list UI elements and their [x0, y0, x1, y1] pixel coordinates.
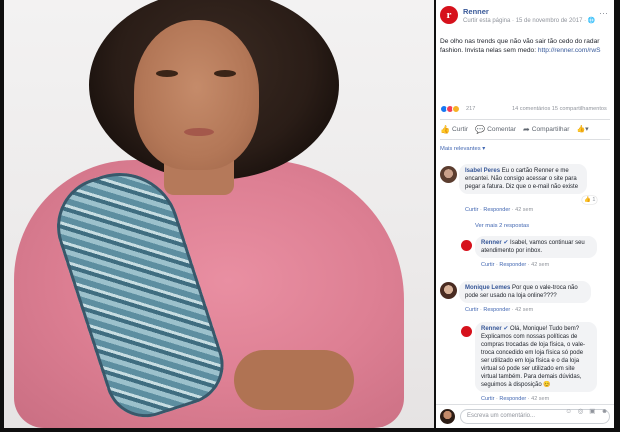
- more-options-icon[interactable]: ⋯: [599, 8, 608, 19]
- comment-time: 42 sem: [515, 207, 534, 213]
- post-photo[interactable]: [4, 0, 434, 428]
- page-name-link[interactable]: Renner: [463, 7, 489, 16]
- comment-meta: Curtir · Responder · 42 sem: [465, 207, 534, 213]
- reply-reply-link[interactable]: Responder: [499, 396, 526, 402]
- comment-like-count[interactable]: 👍 1: [582, 196, 598, 204]
- reply-time: 42 sem: [531, 262, 550, 268]
- share-button[interactable]: ➦ Compartilhar: [523, 125, 569, 134]
- thumbs-up-icon: 👍: [440, 124, 450, 134]
- comment-button[interactable]: 💬 Comentar: [475, 125, 516, 134]
- comment-like-link[interactable]: Curtir: [465, 307, 478, 313]
- comment-sort-dropdown[interactable]: Mais relevantes ▾: [440, 146, 485, 152]
- comment-label: Comentar: [487, 125, 517, 133]
- see-more-replies-link[interactable]: Ver mais 2 respostas: [475, 223, 529, 229]
- post-meta: Curtir esta página · 15 de novembro de 2…: [463, 17, 595, 24]
- page-avatar[interactable]: r: [440, 6, 458, 24]
- reply-bubble: Renner ✔ Olá, Monique! Tudo bem? Explica…: [475, 322, 597, 392]
- comment-time: 42 sem: [515, 307, 534, 313]
- share-label: Compartilhar: [531, 125, 570, 133]
- reply-meta: Curtir · Responder · 42 sem: [481, 396, 550, 402]
- comment-author[interactable]: Isabel Peres: [465, 168, 500, 174]
- screenshot-frame: r Renner Curtir esta página · 15 de nove…: [0, 0, 620, 432]
- comment-reply-link[interactable]: Responder: [483, 307, 510, 313]
- divider: [440, 139, 610, 140]
- reaction-icons: [440, 105, 460, 113]
- reply-author[interactable]: Renner: [481, 326, 502, 332]
- reaction-selector-icon[interactable]: 👍▾: [576, 125, 588, 133]
- reply-like-link[interactable]: Curtir: [481, 396, 494, 402]
- verified-icon: ✔: [503, 326, 509, 332]
- reply-author[interactable]: Renner: [481, 240, 502, 246]
- share-icon: ➦: [523, 124, 530, 134]
- comment-bubble: Monique Lemes Por que o vale-troca não p…: [459, 281, 591, 303]
- reply-meta: Curtir · Responder · 42 sem: [481, 262, 550, 268]
- reply-bubble: Renner ✔ Isabel, vamos continuar seu ate…: [475, 236, 597, 258]
- comment-bubble: Isabel Peres Eu o cartão Renner e me enc…: [459, 164, 587, 194]
- wow-reaction-icon: [452, 105, 460, 113]
- comment-like-link[interactable]: Curtir: [465, 207, 478, 213]
- globe-icon: 🌐: [587, 18, 596, 24]
- post-meta-text: Curtir esta página · 15 de novembro de 2…: [463, 18, 588, 24]
- reply-avatar[interactable]: [461, 326, 472, 337]
- reactions-summary[interactable]: 217 14 comentários 15 compartilhamentos: [440, 105, 610, 115]
- commenter-avatar[interactable]: [440, 166, 457, 183]
- reply-text: Olá, Monique! Tudo bem? Explicamos com n…: [481, 326, 586, 388]
- post-link[interactable]: http://renner.com/rwS: [538, 47, 601, 54]
- photo-lips: [184, 128, 214, 136]
- verified-icon: ✔: [503, 240, 509, 246]
- reply-time: 42 sem: [531, 396, 550, 402]
- divider: [440, 119, 610, 120]
- comment-like-number: 1: [592, 197, 596, 203]
- comment-icon: 💬: [475, 124, 486, 134]
- commenter-avatar[interactable]: [440, 282, 457, 299]
- comment-reply-link[interactable]: Responder: [483, 207, 510, 213]
- reply-like-link[interactable]: Curtir: [481, 262, 494, 268]
- reaction-count[interactable]: 217: [466, 106, 475, 112]
- comment-meta: Curtir · Responder · 42 sem: [465, 307, 534, 313]
- post-text: De olho nas trends que não vão sair tão …: [440, 37, 606, 55]
- comment-author[interactable]: Monique Lemes: [465, 285, 510, 291]
- like-button[interactable]: 👍 Curtir: [440, 125, 468, 134]
- photo-hand: [234, 350, 354, 410]
- photo-face: [134, 20, 259, 170]
- like-label: Curtir: [451, 125, 469, 133]
- post-actions: 👍 Curtir 💬 Comentar ➦ Compartilhar 👍▾: [440, 122, 610, 136]
- reply-avatar[interactable]: [461, 240, 472, 251]
- post-header: r Renner Curtir esta página · 15 de nove…: [440, 6, 610, 30]
- comments-shares-count[interactable]: 14 comentários 15 compartilhamentos: [512, 106, 607, 112]
- reply-reply-link[interactable]: Responder: [499, 262, 526, 268]
- photo-eyes: [156, 70, 241, 80]
